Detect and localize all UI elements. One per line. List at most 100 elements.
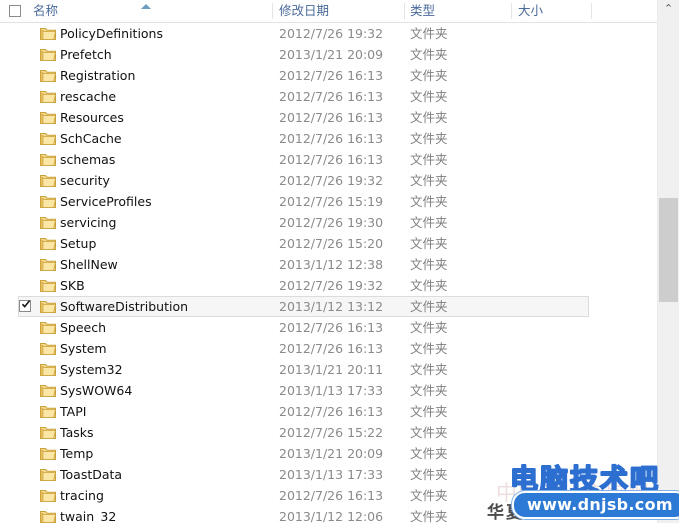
column-header-name[interactable]: 名称	[33, 3, 58, 19]
select-all-checkbox[interactable]	[9, 5, 21, 17]
file-date-cell: 2013/1/13 17:33	[279, 383, 384, 398]
column-divider[interactable]	[404, 3, 405, 19]
file-name-cell: twain_32	[60, 509, 117, 523]
file-name-cell: PolicyDefinitions	[60, 26, 163, 41]
file-date-cell: 2012/7/26 16:13	[279, 320, 384, 335]
file-date-cell: 2012/7/26 16:13	[279, 89, 384, 104]
column-divider[interactable]	[511, 3, 512, 19]
file-date-cell: 2012/7/26 19:32	[279, 173, 384, 188]
folder-icon	[40, 196, 56, 208]
column-header-date-modified[interactable]: 修改日期	[279, 3, 329, 19]
file-type-cell: 文件夹	[410, 236, 448, 251]
file-name-cell: tracing	[60, 488, 104, 503]
file-type-cell: 文件夹	[410, 278, 448, 293]
file-date-cell: 2012/7/26 15:19	[279, 194, 384, 209]
file-row[interactable]: Speech 2012/7/26 16:13 文件夹	[0, 317, 655, 338]
file-name-cell: SKB	[60, 278, 85, 293]
folder-icon	[40, 175, 56, 187]
file-row[interactable]: schemas 2012/7/26 16:13 文件夹	[0, 149, 655, 170]
column-header-bar: 名称 修改日期 类型 大小	[0, 0, 679, 23]
folder-icon	[40, 154, 56, 166]
file-type-cell: 文件夹	[410, 467, 448, 482]
file-name-cell: rescache	[60, 89, 117, 104]
file-date-cell: 2013/1/21 20:09	[279, 446, 384, 461]
file-date-cell: 2012/7/26 19:32	[279, 26, 384, 41]
folder-icon	[40, 217, 56, 229]
file-date-cell: 2013/1/12 12:38	[279, 257, 384, 272]
file-name-cell: ServiceProfiles	[60, 194, 152, 209]
file-row[interactable]: twain_32 2013/1/12 12:06 文件夹	[0, 506, 655, 523]
row-checkbox[interactable]	[19, 300, 31, 312]
file-name-cell: Setup	[60, 236, 97, 251]
file-type-cell: 文件夹	[410, 446, 448, 461]
file-date-cell: 2012/7/26 16:13	[279, 341, 384, 356]
file-row[interactable]: Tasks 2012/7/26 15:22 文件夹	[0, 422, 655, 443]
column-divider[interactable]	[272, 3, 273, 19]
file-row[interactable]: ToastData 2013/1/13 17:33 文件夹	[0, 464, 655, 485]
column-header-size[interactable]: 大小	[518, 3, 543, 19]
folder-icon	[40, 406, 56, 418]
file-row[interactable]: SysWOW64 2013/1/13 17:33 文件夹	[0, 380, 655, 401]
file-date-cell: 2012/7/26 19:32	[279, 278, 384, 293]
file-name-cell: System	[60, 341, 107, 356]
column-header-type[interactable]: 类型	[410, 3, 435, 19]
file-date-cell: 2012/7/26 15:20	[279, 236, 384, 251]
folder-icon	[40, 322, 56, 334]
file-row[interactable]: SchCache 2012/7/26 16:13 文件夹	[0, 128, 655, 149]
file-row[interactable]: rescache 2012/7/26 16:13 文件夹	[0, 86, 655, 107]
folder-icon	[40, 469, 56, 481]
file-type-cell: 文件夹	[410, 68, 448, 83]
file-date-cell: 2012/7/26 19:30	[279, 215, 384, 230]
file-type-cell: 文件夹	[410, 404, 448, 419]
file-date-cell: 2012/7/26 16:13	[279, 152, 384, 167]
folder-icon	[40, 448, 56, 460]
file-row[interactable]: TAPI 2012/7/26 16:13 文件夹	[0, 401, 655, 422]
folder-icon	[40, 301, 56, 313]
file-name-cell: Registration	[60, 68, 136, 83]
folder-icon	[40, 133, 56, 145]
file-name-cell: Tasks	[60, 425, 94, 440]
file-date-cell: 2012/7/26 15:22	[279, 425, 384, 440]
folder-icon	[40, 385, 56, 397]
file-type-cell: 文件夹	[410, 488, 448, 503]
file-date-cell: 2012/7/26 16:13	[279, 404, 384, 419]
file-row[interactable]: security 2012/7/26 19:32 文件夹	[0, 170, 655, 191]
folder-icon	[40, 511, 56, 523]
file-explorer-list-view: 名称 修改日期 类型 大小 PolicyDefinitions 2012/7/26…	[0, 0, 679, 523]
file-row[interactable]: SKB 2012/7/26 19:32 文件夹	[0, 275, 655, 296]
folder-icon	[40, 238, 56, 250]
column-divider[interactable]	[591, 3, 592, 19]
file-row[interactable]: SoftwareDistribution 2013/1/12 13:12 文件夹	[0, 296, 655, 317]
file-row[interactable]: PolicyDefinitions 2012/7/26 19:32 文件夹	[0, 23, 655, 44]
file-type-cell: 文件夹	[410, 320, 448, 335]
file-type-cell: 文件夹	[410, 89, 448, 104]
file-row[interactable]: ShellNew 2013/1/12 12:38 文件夹	[0, 254, 655, 275]
file-name-cell: servicing	[60, 215, 117, 230]
file-type-cell: 文件夹	[410, 131, 448, 146]
file-row[interactable]: Temp 2013/1/21 20:09 文件夹	[0, 443, 655, 464]
file-date-cell: 2013/1/13 17:33	[279, 467, 384, 482]
scrollbar-thumb[interactable]	[659, 198, 678, 302]
file-row[interactable]: System 2012/7/26 16:13 文件夹	[0, 338, 655, 359]
file-row[interactable]: Resources 2012/7/26 16:13 文件夹	[0, 107, 655, 128]
file-row[interactable]: ServiceProfiles 2012/7/26 15:19 文件夹	[0, 191, 655, 212]
sort-ascending-triangle-icon	[141, 4, 151, 9]
scroll-up-chevron-icon[interactable]: ⌃	[658, 0, 679, 18]
file-date-cell: 2012/7/26 16:13	[279, 68, 384, 83]
folder-icon	[40, 91, 56, 103]
file-row[interactable]: System32 2013/1/21 20:11 文件夹	[0, 359, 655, 380]
file-row[interactable]: Registration 2012/7/26 16:13 文件夹	[0, 65, 655, 86]
folder-icon	[40, 70, 56, 82]
file-row[interactable]: tracing 2012/7/26 16:13 文件夹	[0, 485, 655, 506]
file-row[interactable]: servicing 2012/7/26 19:30 文件夹	[0, 212, 655, 233]
file-type-cell: 文件夹	[410, 362, 448, 377]
vertical-scrollbar[interactable]: ⌃	[657, 0, 679, 523]
file-date-cell: 2013/1/21 20:11	[279, 362, 384, 377]
file-date-cell: 2012/7/26 16:13	[279, 131, 384, 146]
file-row[interactable]: Setup 2012/7/26 15:20 文件夹	[0, 233, 655, 254]
file-name-cell: ToastData	[60, 467, 123, 482]
file-name-cell: TAPI	[60, 404, 87, 419]
file-type-cell: 文件夹	[410, 509, 448, 523]
file-row[interactable]: Prefetch 2013/1/21 20:09 文件夹	[0, 44, 655, 65]
file-type-cell: 文件夹	[410, 425, 448, 440]
